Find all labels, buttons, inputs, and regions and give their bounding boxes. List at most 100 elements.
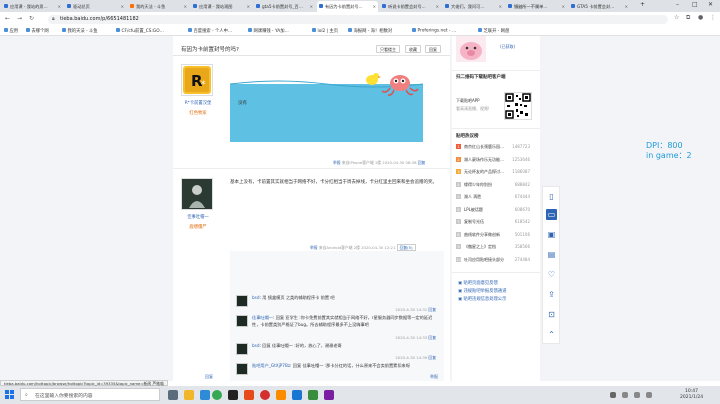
sidebar-link[interactable]: 违规贴吧举报反馈通道 <box>458 288 506 294</box>
bookmark-item[interactable]: 芝联开 - 网盘 <box>478 28 509 34</box>
hot-list-item[interactable]: 9 《傲星之上》定档 358566 <box>456 244 536 252</box>
bookmark-item[interactable]: 我的天法 - 斗鱼 <box>62 28 98 34</box>
feedback-icon[interactable]: ⊡ <box>546 309 557 320</box>
sub-reply-user[interactable]: bsd <box>252 295 260 300</box>
close-window-icon[interactable]: ✕ <box>708 1 713 8</box>
profile-icon[interactable]: ● <box>698 14 703 21</box>
tab-close-icon[interactable]: ✕ <box>247 4 250 9</box>
browser-tab[interactable]: 应用课 - 我站观图 ✕ <box>191 1 252 12</box>
report-link[interactable]: 举报 <box>333 160 341 165</box>
avatar[interactable]: R * <box>181 64 213 96</box>
lock-icon[interactable]: 🔒︎ <box>52 16 55 22</box>
only-op-button[interactable]: 只看楼主 <box>376 45 400 53</box>
bookmark-item[interactable]: lol2 | 主页 <box>312 28 338 34</box>
tray-up-icon[interactable] <box>610 392 616 398</box>
avatar[interactable] <box>181 178 213 210</box>
bookmark-item[interactable]: 百度搜索 - 个人中… <box>188 28 232 34</box>
edge-icon[interactable] <box>200 390 210 400</box>
reply-count-link[interactable]: 回复(5) <box>396 244 416 251</box>
message-icon[interactable]: ▭ <box>546 209 557 220</box>
reply-button[interactable]: 回复 <box>425 45 441 53</box>
bookmark-item[interactable]: 海报网 - 海！相数对 <box>348 28 392 34</box>
tab-close-icon[interactable]: ✕ <box>499 4 502 9</box>
avatar[interactable] <box>236 315 248 327</box>
tab-close-icon[interactable]: ✕ <box>184 4 187 9</box>
address-bar[interactable]: tieba.baidu.com/p/6651481182 <box>48 14 668 24</box>
hot-list-item[interactable]: 5 湖人 再胜 674444 <box>456 194 536 202</box>
windows-start-icon[interactable] <box>5 390 14 399</box>
network-icon[interactable] <box>622 392 628 398</box>
tab-close-icon[interactable]: ✕ <box>625 4 628 9</box>
sub-reply-user[interactable]: 佳事吐帽一 <box>252 315 273 320</box>
volume-icon[interactable] <box>634 392 640 398</box>
app-icon-4[interactable] <box>276 390 286 400</box>
footer-reply-link[interactable]: 回复 <box>205 374 213 380</box>
share-icon[interactable]: ⇪ <box>546 289 557 300</box>
bookmark-item[interactable]: 应用 <box>4 28 18 34</box>
chrome-icon[interactable] <box>212 390 222 400</box>
star-icon[interactable]: ☆ <box>674 14 679 21</box>
card-icon[interactable]: ▤ <box>546 249 557 260</box>
app-icon-1[interactable] <box>228 390 238 400</box>
collect-button[interactable]: 收藏 <box>405 45 421 53</box>
user-avatar[interactable] <box>456 36 486 62</box>
sub-reply-action[interactable]: 回复 <box>428 335 436 340</box>
forward-icon[interactable]: → <box>17 15 22 22</box>
bookmark-item[interactable]: Proferings.net - … <box>412 27 456 33</box>
menu-icon[interactable]: ⋮ <box>710 14 716 21</box>
bookmark-item[interactable]: CF/cfu前置_CS:GO… <box>116 28 164 34</box>
reply-link[interactable]: 回复 <box>418 160 426 165</box>
sidebar-link[interactable]: 贴吧违规信息处理公示 <box>458 296 506 302</box>
tab-close-icon[interactable]: ✕ <box>373 4 376 9</box>
ime-icon[interactable] <box>646 392 652 398</box>
hot-list-item[interactable]: 4 缘得少年你别扮 688842 <box>456 181 536 190</box>
app-icon-7[interactable] <box>324 390 334 400</box>
browser-tab[interactable]: 镰鼬所一不属单… ✕ <box>506 1 567 12</box>
app-icon-6[interactable] <box>308 390 318 400</box>
browser-tab[interactable]: GTA5 卡前置会封… ✕ <box>569 1 630 12</box>
footer-report-link[interactable]: 举报 <box>430 374 438 380</box>
minimize-icon[interactable]: – <box>676 1 679 8</box>
bookmark-item[interactable]: 去哪个网 <box>26 28 49 34</box>
taskbar-search[interactable]: ⌕ 在这里输入你要搜索的内容 <box>20 388 160 401</box>
browser-tab[interactable]: 听说卡前置会封号… ✕ <box>380 1 441 12</box>
report-link[interactable]: 举报 <box>310 245 318 250</box>
hot-list-item[interactable]: 6 LPL被话题 608670 <box>456 206 536 215</box>
maximize-icon[interactable]: □ <box>692 1 698 8</box>
tab-close-icon[interactable]: ✕ <box>310 4 313 9</box>
hot-list-item[interactable]: 2 湖人豪场作乐无功能… 1253646 <box>456 156 536 165</box>
sub-reply-user[interactable]: bsd <box>252 343 260 348</box>
avatar[interactable] <box>236 295 248 307</box>
sidebar-link[interactable]: 贴吧页面意见反馈 <box>458 280 497 286</box>
username[interactable]: 佳事吐帽一 <box>181 214 215 220</box>
extensions-icon[interactable]: ⧉ <box>686 14 690 22</box>
sub-reply-action[interactable]: 回复 <box>428 307 436 312</box>
back-to-top-icon[interactable]: ⌃ <box>546 329 557 340</box>
task-view-icon[interactable] <box>168 390 178 400</box>
post-image[interactable]: 没有 <box>229 64 424 142</box>
avatar[interactable] <box>236 343 248 355</box>
browser-tab[interactable]: 驱动总页 ✕ <box>65 1 126 12</box>
browser-tab[interactable]: 我的天法 - 斗鱼 ✕ <box>128 1 189 12</box>
gift-icon[interactable]: ▣ <box>546 229 557 240</box>
sub-reply-action[interactable]: 回复 <box>428 355 436 360</box>
hot-list-item[interactable]: 1 南京红山长颈鹿乐园… 1487723 <box>456 144 536 152</box>
app-icon-2[interactable] <box>244 390 254 400</box>
back-icon[interactable]: ← <box>5 15 10 22</box>
hot-list-item[interactable]: 7 复制号光伍 618542 <box>456 219 536 227</box>
sub-reply-user[interactable]: 贴吧用户_GtXjP7Bz <box>252 363 290 368</box>
tab-close-icon[interactable]: ✕ <box>436 4 439 9</box>
username[interactable]: R*卡前置汉堡 <box>181 100 215 106</box>
hot-list-item[interactable]: 10 吐司应用贴吧接头部分 274484 <box>456 256 536 265</box>
file-explorer-icon[interactable] <box>184 390 194 400</box>
bookmark-item[interactable]: 网课赚钱 - YA加… <box>248 28 289 34</box>
heart-icon[interactable]: ♡ <box>546 269 557 280</box>
tab-close-icon[interactable]: ✕ <box>562 4 565 9</box>
app-icon-5[interactable] <box>292 390 302 400</box>
reload-icon[interactable]: ↻ <box>29 15 34 22</box>
sidebar-user-status[interactable]: (已获取) <box>500 44 515 50</box>
browser-tab[interactable]: 有因为卡前置封号… ✕ <box>317 1 378 12</box>
tab-close-icon[interactable]: ✕ <box>58 4 61 9</box>
phone-icon[interactable]: ▯ <box>546 191 557 202</box>
clock[interactable]: 10:47 2021/1/24 <box>680 389 703 401</box>
